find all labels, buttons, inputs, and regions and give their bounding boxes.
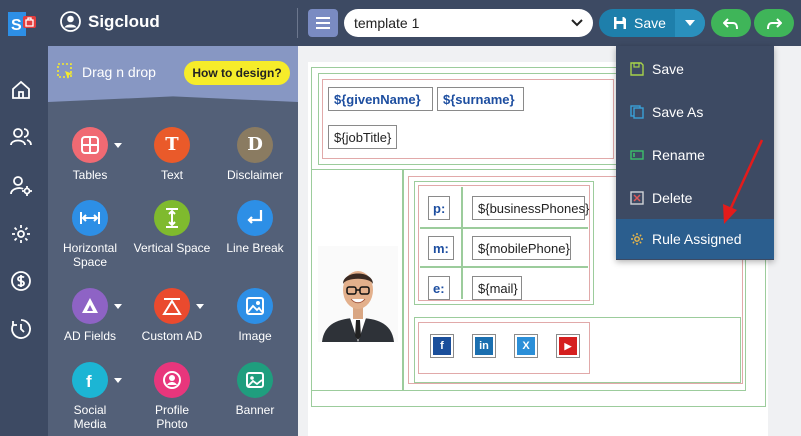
dollar-icon[interactable] bbox=[10, 270, 32, 292]
user-settings-icon[interactable] bbox=[10, 175, 32, 197]
menu-item-save-as[interactable]: Save As bbox=[616, 92, 774, 132]
banner-icon bbox=[237, 362, 273, 398]
text-icon: T bbox=[154, 127, 190, 163]
caret-down-icon bbox=[114, 378, 122, 383]
annotation-arrow-icon bbox=[723, 139, 764, 224]
redo-icon bbox=[767, 18, 782, 30]
tool-label: AD Fields bbox=[63, 329, 116, 343]
history-icon[interactable] bbox=[10, 318, 32, 340]
template-select[interactable]: template 1 bbox=[344, 9, 593, 37]
save-dropdown-toggle[interactable] bbox=[675, 9, 705, 37]
caret-down-icon bbox=[196, 304, 204, 309]
users-icon[interactable] bbox=[10, 126, 32, 148]
template-select-value: template 1 bbox=[354, 15, 420, 31]
tool-label: Social Media bbox=[73, 403, 107, 431]
save-button-group: Save bbox=[599, 9, 705, 37]
profile-photo[interactable] bbox=[318, 246, 398, 342]
given-name-field[interactable]: ${givenName} bbox=[328, 87, 433, 111]
contact-column-divider bbox=[461, 187, 463, 299]
drag-drop-icon bbox=[57, 63, 73, 79]
profile-photo-icon bbox=[154, 362, 190, 398]
save-button[interactable]: Save bbox=[599, 9, 675, 37]
caret-down-icon bbox=[685, 20, 695, 26]
toolbar-divider bbox=[297, 8, 298, 38]
contact-row-divider bbox=[420, 266, 588, 268]
image-icon bbox=[237, 288, 273, 324]
horizontal-space-icon bbox=[72, 200, 108, 236]
menu-item-label: Rename bbox=[652, 147, 705, 163]
undo-icon bbox=[723, 18, 738, 30]
line-break-icon bbox=[237, 200, 273, 236]
tool-label: Tables bbox=[72, 168, 108, 182]
tool-label: Text bbox=[160, 168, 183, 182]
menu-item-label: Save bbox=[652, 61, 684, 77]
undo-button[interactable] bbox=[711, 9, 751, 37]
rename-icon bbox=[630, 150, 644, 160]
surname-field[interactable]: ${surname} bbox=[437, 87, 524, 111]
rule-assigned-icon bbox=[631, 233, 643, 245]
delete-icon bbox=[630, 191, 644, 205]
disclaimer-icon: D bbox=[237, 127, 273, 163]
youtube-icon[interactable]: ▶ bbox=[556, 334, 580, 358]
tool-label: Image bbox=[238, 329, 272, 343]
floppy-disk-icon bbox=[614, 17, 626, 29]
tool-label: Disclaimer bbox=[226, 168, 283, 182]
tool-label: Banner bbox=[235, 403, 275, 417]
email-label: e: bbox=[428, 276, 450, 300]
tool-label: Line Break bbox=[226, 241, 284, 255]
caret-down-icon bbox=[114, 304, 122, 309]
job-title-field[interactable]: ${jobTitle} bbox=[328, 125, 397, 149]
redo-button[interactable] bbox=[754, 9, 794, 37]
user-avatar-icon[interactable] bbox=[60, 11, 81, 32]
mobile-label: m: bbox=[428, 236, 454, 260]
ad-fields-icon bbox=[72, 288, 108, 324]
chevron-down-icon bbox=[571, 19, 583, 27]
tool-label: Vertical Space bbox=[133, 241, 211, 255]
menu-item-save[interactable]: Save bbox=[616, 49, 774, 89]
mobile-phone-field[interactable]: ${mobilePhone} bbox=[472, 236, 571, 260]
hamburger-menu-button[interactable] bbox=[308, 9, 338, 37]
home-icon[interactable] bbox=[10, 79, 32, 101]
how-to-design-button[interactable]: How to design? bbox=[184, 61, 290, 85]
tool-label: Profile Photo bbox=[154, 403, 189, 431]
element-palette: Drag n drop How to design? Tables T Text… bbox=[48, 46, 298, 436]
business-phone-field[interactable]: ${businessPhones} bbox=[472, 196, 589, 220]
app-brand: Sigcloud bbox=[88, 12, 160, 31]
menu-item-label: Save As bbox=[652, 104, 704, 120]
contact-row-divider bbox=[420, 227, 588, 229]
save-button-label: Save bbox=[634, 15, 666, 31]
linkedin-icon[interactable]: in bbox=[472, 334, 496, 358]
email-field[interactable]: ${mail} bbox=[472, 276, 522, 300]
social-media-icon: f bbox=[72, 362, 108, 398]
phone-label: p: bbox=[428, 196, 451, 220]
menu-item-label: Rule Assigned bbox=[652, 231, 742, 247]
top-bar: Sigcloud template 1 Save bbox=[48, 0, 801, 46]
custom-ad-icon bbox=[154, 288, 190, 324]
vertical-space-icon bbox=[154, 200, 190, 236]
nav-rail: S bbox=[0, 0, 48, 436]
caret-down-icon bbox=[114, 143, 122, 148]
save-icon bbox=[630, 62, 644, 76]
menu-item-label: Delete bbox=[652, 190, 693, 206]
save-as-icon bbox=[630, 105, 644, 119]
svg-text:S: S bbox=[11, 17, 22, 34]
x-twitter-icon[interactable]: X bbox=[514, 334, 538, 358]
gear-icon[interactable] bbox=[10, 223, 32, 245]
sigcloud-logo-icon[interactable]: S bbox=[7, 8, 37, 38]
tool-label: Custom AD bbox=[141, 329, 203, 343]
tool-label: Horizontal Space bbox=[62, 241, 118, 269]
table-icon bbox=[72, 127, 108, 163]
svg-text:f: f bbox=[86, 372, 92, 391]
facebook-icon[interactable]: f bbox=[430, 334, 454, 358]
palette-title: Drag n drop bbox=[82, 64, 156, 80]
